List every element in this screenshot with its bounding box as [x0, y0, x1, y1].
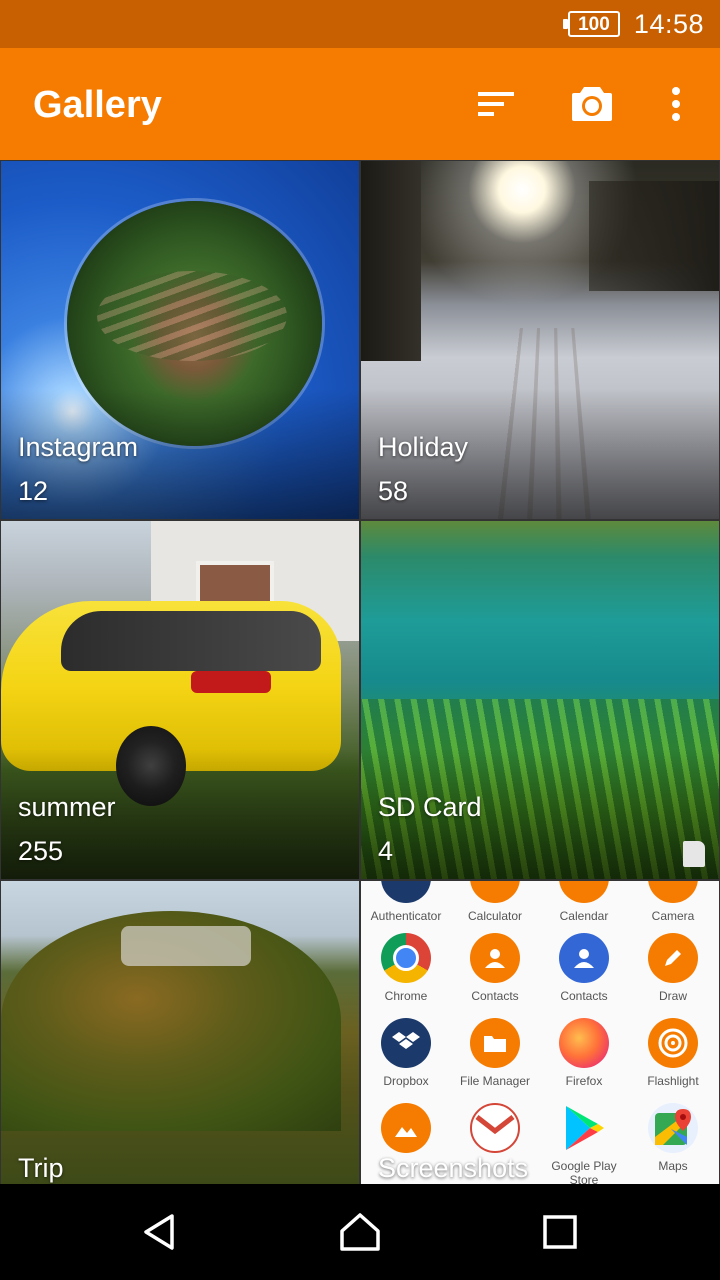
- chrome-icon: [381, 933, 431, 983]
- battery-level: 100: [578, 13, 610, 35]
- album-name: Trip: [18, 1153, 64, 1183]
- app-firefox: Firefox: [539, 1018, 629, 1088]
- album-tile-summer[interactable]: summer 255: [0, 520, 360, 880]
- album-count: 58: [378, 476, 409, 506]
- calculator-icon: [470, 881, 520, 903]
- app-maps: Maps: [628, 1103, 718, 1173]
- album-count: 255: [18, 836, 64, 866]
- app-dropbox: Dropbox: [361, 1018, 451, 1088]
- album-grid: Instagram 12 Holiday 58 summer 255 SD Ca…: [0, 160, 720, 1184]
- album-tile-trip[interactable]: Trip: [0, 880, 360, 1184]
- authenticator-icon: [381, 881, 431, 903]
- app-gallery: [361, 1103, 451, 1159]
- play-store-icon: [559, 1103, 609, 1153]
- maps-icon: [648, 1103, 698, 1153]
- album-name: summer: [18, 792, 116, 822]
- app-chrome: Chrome: [361, 933, 451, 1003]
- page-title: Gallery: [33, 84, 162, 126]
- calendar-icon: [559, 881, 609, 903]
- app-bar: Gallery: [0, 48, 720, 160]
- app-gmail: [450, 1103, 540, 1159]
- app-label: Firefox: [565, 1074, 603, 1088]
- app-camera: Camera: [628, 881, 718, 923]
- album-name: Holiday: [378, 432, 469, 462]
- app-calculator: Calculator: [450, 881, 540, 923]
- app-label: Authenticator: [370, 909, 442, 923]
- album-thumbnail: [361, 161, 421, 361]
- app-label: Draw: [658, 989, 687, 1003]
- app-authenticator: Authenticator: [361, 881, 451, 923]
- app-label: Dropbox: [383, 1074, 429, 1088]
- contacts-icon: [559, 933, 609, 983]
- thumbnail-detail: [121, 926, 251, 966]
- firefox-icon: [559, 1018, 609, 1068]
- album-count: 4: [378, 836, 394, 866]
- app-label: Chrome: [384, 989, 428, 1003]
- album-tile-screenshots[interactable]: Authenticator Calculator Calendar Camera…: [360, 880, 720, 1184]
- flashlight-icon: [648, 1018, 698, 1068]
- app-calendar: Calendar: [539, 881, 629, 923]
- app-label: Calculator: [467, 909, 523, 923]
- back-icon: [144, 1214, 174, 1250]
- app-google-play-store: Google Play Store: [539, 1103, 629, 1184]
- album-tile-holiday[interactable]: Holiday 58: [360, 160, 720, 520]
- home-icon: [340, 1213, 380, 1251]
- more-options-button[interactable]: [650, 78, 702, 130]
- app-flashlight: Flashlight: [628, 1018, 718, 1088]
- app-label: Google Play Store: [551, 1159, 617, 1184]
- gmail-icon: [470, 1103, 520, 1153]
- home-button[interactable]: [336, 1208, 384, 1256]
- album-name: SD Card: [378, 792, 482, 822]
- battery-icon: 100: [562, 11, 620, 37]
- app-label: Contacts: [471, 989, 519, 1003]
- album-tile-sd-card[interactable]: SD Card 4: [360, 520, 720, 880]
- album-count: 12: [18, 476, 49, 506]
- navigation-bar: [0, 1184, 720, 1280]
- app-contacts-google: Contacts: [539, 933, 629, 1003]
- recents-icon: [543, 1215, 577, 1249]
- thumbnail-detail: [61, 611, 321, 671]
- album-name: Screenshots: [378, 1153, 529, 1183]
- app-label: Calendar: [559, 909, 609, 923]
- contacts-icon: [470, 933, 520, 983]
- sort-button[interactable]: [470, 78, 522, 130]
- more-vert-icon: [672, 87, 680, 121]
- album-name: Instagram: [18, 432, 139, 462]
- app-label: Contacts: [560, 989, 608, 1003]
- app-label: Maps: [658, 1159, 688, 1173]
- gallery-app-icon: [381, 1103, 431, 1153]
- sort-icon: [478, 92, 514, 116]
- album-thumbnail: Authenticator Calculator Calendar Camera…: [361, 881, 719, 1184]
- camera-app-icon: [648, 881, 698, 903]
- thumbnail-detail: [191, 671, 271, 693]
- folder-icon: [470, 1018, 520, 1068]
- draw-icon: [648, 933, 698, 983]
- app-label: File Manager: [459, 1074, 531, 1088]
- app-label: Flashlight: [647, 1074, 699, 1088]
- sd-card-icon: [683, 841, 705, 867]
- album-tile-instagram[interactable]: Instagram 12: [0, 160, 360, 520]
- status-bar: 100 14:58: [0, 0, 720, 48]
- camera-icon: [572, 87, 612, 121]
- camera-button[interactable]: [566, 78, 618, 130]
- app-contacts: Contacts: [450, 933, 540, 1003]
- app-file-manager: File Manager: [450, 1018, 540, 1088]
- back-button[interactable]: [136, 1208, 184, 1256]
- dropbox-icon: [381, 1018, 431, 1068]
- app-label: Camera: [651, 909, 695, 923]
- app-draw: Draw: [628, 933, 718, 1003]
- recents-button[interactable]: [536, 1208, 584, 1256]
- clock: 14:58: [633, 8, 704, 39]
- thumbnail-detail: [589, 181, 719, 291]
